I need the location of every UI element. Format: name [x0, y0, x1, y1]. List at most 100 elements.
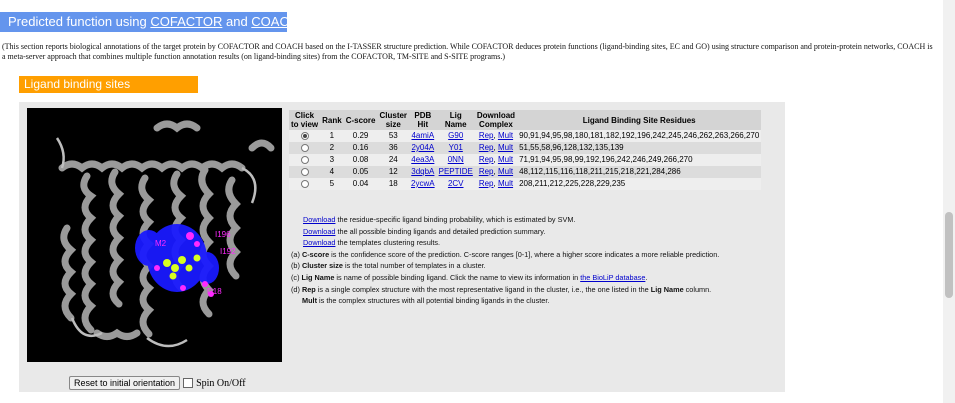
- structure-viewer[interactable]: I196 I192 M2 D18: [27, 108, 282, 362]
- pdb-hit-link[interactable]: 2y04A: [411, 143, 434, 152]
- pdb-hit-link[interactable]: 3dqbA: [411, 167, 434, 176]
- cscore-cell: 0.04: [343, 178, 378, 190]
- mult-link[interactable]: Mult: [498, 155, 513, 164]
- rank-cell: 4: [320, 166, 344, 178]
- reset-orientation-button[interactable]: Reset to initial orientation: [69, 376, 181, 390]
- header-prefix: Predicted function using: [8, 14, 151, 29]
- header-and: and: [222, 14, 252, 29]
- lig-name-link[interactable]: PEPTIDE: [439, 167, 473, 176]
- residue-label-1: I196: [215, 230, 231, 239]
- note-cluster-size: (b) Cluster size is the total number of …: [291, 261, 486, 271]
- residues-cell: 208,211,212,225,228,229,235: [517, 178, 762, 190]
- residue-label-2: I192: [220, 247, 236, 256]
- header-download-complex: Download Complex: [474, 110, 518, 130]
- view-radio-button[interactable]: [300, 179, 309, 188]
- cluster-size-cell: 53: [377, 130, 410, 142]
- table-row: 5 0.04 18 2ycwA 2CV Rep, Mult 208,211,21…: [289, 178, 762, 190]
- pdb-hit-link[interactable]: 2ycwA: [411, 179, 435, 188]
- download-cell: Rep, Mult: [474, 142, 518, 154]
- protein-structure-image: I196 I192 M2 D18: [55, 120, 275, 348]
- download-ligands-line: Download the all possible binding ligand…: [303, 226, 546, 236]
- lig-name-link[interactable]: 2CV: [448, 179, 464, 188]
- coach-link[interactable]: COACH: [251, 14, 298, 29]
- spin-label: Spin On/Off: [196, 377, 246, 389]
- lig-name-cell: G90: [436, 130, 475, 142]
- row-radio-cell: [289, 178, 321, 190]
- notes-block: Download the residue-specific ligand bin…: [291, 214, 781, 307]
- lig-name-cell: 0NN: [436, 154, 475, 166]
- section-header: Predicted function using COFACTOR and CO…: [0, 12, 298, 32]
- row-radio-cell: [289, 130, 321, 142]
- cscore-cell: 0.08: [343, 154, 378, 166]
- header-cscore: C-score: [343, 110, 378, 130]
- header-lig-name: Lig Name: [436, 110, 475, 130]
- download-probability-line: Download the residue-specific ligand bin…: [303, 215, 576, 224]
- rep-link[interactable]: Rep: [479, 143, 494, 152]
- pdb-hit-cell: 4ea3A: [409, 154, 437, 166]
- rep-link[interactable]: Rep: [479, 155, 494, 164]
- header-rank: Rank: [320, 110, 344, 130]
- note-rep: (d) Rep is a single complex structure wi…: [291, 284, 712, 294]
- mult-link[interactable]: Mult: [498, 131, 513, 140]
- lig-name-cell: PEPTIDE: [436, 166, 475, 178]
- note-mult: Mult is the complex structures with all …: [302, 296, 550, 306]
- download-clustering-line: Download the templates clustering result…: [303, 238, 441, 248]
- download-ligands-link[interactable]: Download: [303, 227, 335, 236]
- download-clustering-link[interactable]: Download: [303, 238, 335, 247]
- cluster-size-cell: 12: [377, 166, 410, 178]
- pdb-hit-cell: 2ycwA: [409, 178, 437, 190]
- spin-checkbox[interactable]: [183, 378, 194, 388]
- rep-link[interactable]: Rep: [479, 179, 494, 188]
- pdb-hit-cell: 4amiA: [409, 130, 437, 142]
- cscore-cell: 0.29: [343, 130, 378, 142]
- lig-name-link[interactable]: G90: [448, 131, 463, 140]
- view-radio-button[interactable]: [300, 131, 309, 140]
- view-radio-button[interactable]: [300, 167, 309, 176]
- row-radio-cell: [289, 154, 321, 166]
- mult-link[interactable]: Mult: [498, 179, 513, 188]
- cluster-size-cell: 24: [377, 154, 410, 166]
- download-cell: Rep, Mult: [474, 178, 518, 190]
- scrollbar-thumb[interactable]: [945, 212, 953, 298]
- row-radio-cell: [289, 166, 321, 178]
- note-lig-name: (c) Lig Name is name of possible binding…: [291, 272, 648, 282]
- table-row: 2 0.16 36 2y04A Y01 Rep, Mult 51,55,58,9…: [289, 142, 762, 154]
- lig-name-link[interactable]: Y01: [449, 143, 463, 152]
- rank-cell: 1: [320, 130, 344, 142]
- pdb-hit-cell: 3dqbA: [409, 166, 437, 178]
- ligand-table: Click to view Rank C-score Cluster size PD…: [289, 110, 762, 190]
- rep-link[interactable]: Rep: [479, 131, 494, 140]
- ligand-binding-sites-header: Ligand binding sites: [19, 76, 198, 93]
- row-radio-cell: [289, 142, 321, 154]
- rank-cell: 3: [320, 154, 344, 166]
- biolip-database-link[interactable]: the BioLiP database: [580, 273, 645, 282]
- residues-cell: 48,112,115,116,118,211,215,218,221,284,2…: [517, 166, 762, 178]
- header-cluster-size: Cluster size: [377, 110, 410, 130]
- table-row: 1 0.29 53 4amiA G90 Rep, Mult 90,91,94,9…: [289, 130, 762, 142]
- pdb-hit-link[interactable]: 4ea3A: [411, 155, 434, 164]
- cluster-size-cell: 36: [377, 142, 410, 154]
- lig-name-link[interactable]: 0NN: [448, 155, 464, 164]
- residue-label-3: M2: [155, 239, 167, 248]
- download-cell: Rep, Mult: [474, 166, 518, 178]
- note-cscore: (a) C-score is the confidence score of t…: [291, 249, 720, 259]
- pdb-hit-cell: 2y04A: [409, 142, 437, 154]
- viewer-controls: Reset to initial orientation Spin On/Off: [69, 375, 246, 391]
- pdb-hit-link[interactable]: 4amiA: [411, 131, 434, 140]
- residues-cell: 71,91,94,95,98,99,192,196,242,246,249,26…: [517, 154, 762, 166]
- residues-cell: 51,55,58,96,128,132,135,139: [517, 142, 762, 154]
- rank-cell: 2: [320, 142, 344, 154]
- mult-link[interactable]: Mult: [498, 143, 513, 152]
- residue-label-4: D18: [207, 287, 222, 296]
- cluster-size-cell: 18: [377, 178, 410, 190]
- mult-link[interactable]: Mult: [498, 167, 513, 176]
- rep-link[interactable]: Rep: [479, 167, 494, 176]
- view-radio-button[interactable]: [300, 155, 309, 164]
- cscore-cell: 0.16: [343, 142, 378, 154]
- vertical-scrollbar[interactable]: [943, 0, 955, 403]
- cofactor-link[interactable]: COFACTOR: [150, 14, 222, 29]
- lig-name-cell: 2CV: [436, 178, 475, 190]
- table-header-row: Click to view Rank C-score Cluster size PD…: [289, 110, 762, 130]
- view-radio-button[interactable]: [300, 143, 309, 152]
- download-probability-link[interactable]: Download: [303, 215, 335, 224]
